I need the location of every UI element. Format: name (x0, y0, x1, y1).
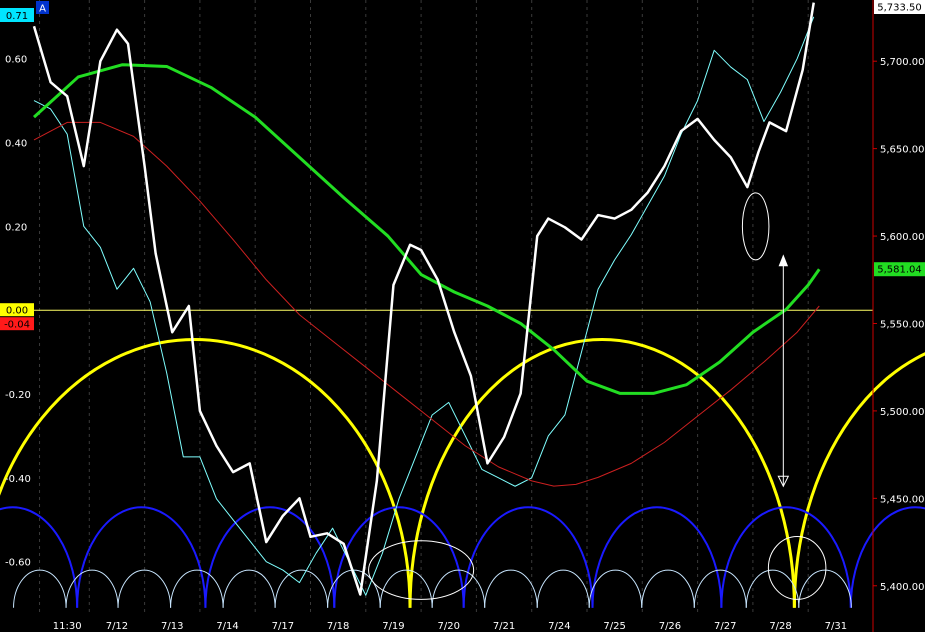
badge-last-price-text: 5,733.50 (877, 3, 922, 14)
x-tick-label: 7/21 (493, 621, 515, 632)
x-tick-label: 7/28 (769, 621, 791, 632)
x-tick-label: 7/13 (161, 621, 183, 632)
badge-neg-text: -0.04 (4, 320, 30, 331)
x-tick-label: 7/27 (714, 621, 736, 632)
x-axis: 11:30 7/12 7/13 7/14 7/17 7/18 7/19 7/20 7/21 7/2… (53, 621, 847, 632)
right-tick-label: 5,700.00 (880, 57, 925, 68)
right-tick-label: 5,400.00 (880, 582, 925, 593)
x-tick-label: 7/31 (825, 621, 847, 632)
x-tick-label: 7/19 (382, 621, 404, 632)
left-tick-label: -0.40 (5, 474, 31, 485)
badge-top-left: 0.71 (0, 8, 34, 22)
left-tick-label: 0.20 (5, 222, 27, 233)
panel-tag-text: A (39, 4, 46, 15)
right-tick-label: 5,500.00 (880, 407, 925, 418)
x-tick-label: 7/17 (272, 621, 294, 632)
badge-ma-value: 5,581.04 (874, 262, 925, 277)
right-tick-label: 5,600.00 (880, 232, 925, 243)
left-tick-label: 0.40 (5, 139, 27, 150)
badge-last-price: 5,733.50 (874, 0, 925, 14)
badge-neg: -0.04 (0, 317, 34, 331)
left-tick-label: 0.60 (5, 55, 27, 66)
right-tick-label: 5,450.00 (880, 494, 925, 505)
badge-zero: 0.00 (0, 303, 34, 317)
x-tick-label: 7/14 (216, 621, 238, 632)
left-tick-label: -0.60 (5, 558, 31, 569)
right-tick-label: 5,650.00 (880, 145, 925, 156)
stock-chart: 0.60 0.40 0.20 -0.20 -0.40 -0.60 5,700.00 5,65… (0, 0, 925, 632)
x-tick-label: 11:30 (53, 621, 82, 632)
x-tick-label: 7/24 (548, 621, 570, 632)
badge-top-left-text: 0.71 (6, 11, 28, 22)
x-tick-label: 7/18 (327, 621, 349, 632)
x-tick-label: 7/12 (106, 621, 128, 632)
left-tick-label: -0.20 (5, 390, 31, 401)
badge-ma-value-text: 5,581.04 (877, 265, 922, 276)
x-tick-label: 7/25 (603, 621, 625, 632)
panel-tag: A (36, 1, 49, 15)
badge-zero-text: 0.00 (6, 306, 28, 317)
x-tick-label: 7/26 (659, 621, 681, 632)
x-tick-label: 7/20 (438, 621, 460, 632)
right-tick-label: 5,550.00 (880, 319, 925, 330)
